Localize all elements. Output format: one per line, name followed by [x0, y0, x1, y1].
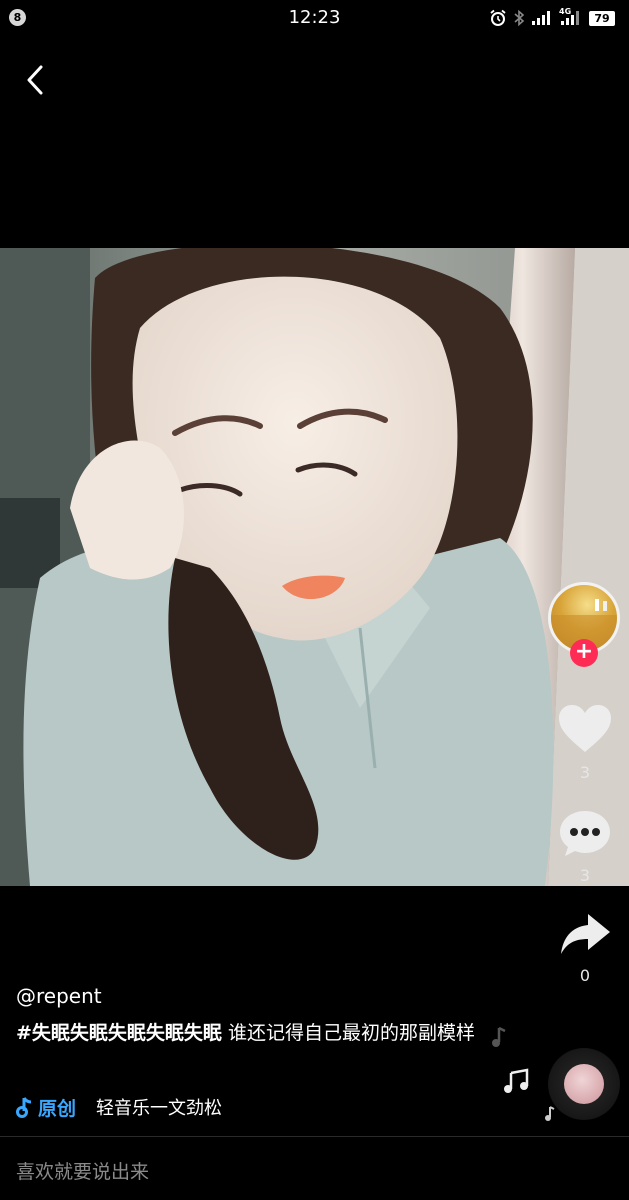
alarm-icon	[490, 9, 506, 26]
floating-notes-icon	[504, 1068, 529, 1093]
author-avatar-group[interactable]: +	[548, 582, 620, 667]
floating-small-note-icon	[545, 1106, 555, 1121]
video-frame-image	[0, 248, 629, 886]
share-arrow-icon	[561, 914, 610, 954]
video-detail-screen: 8 12:23 4G 79 + 3 3 0 @repent #失眠失眠失眠失眠失…	[0, 0, 629, 1200]
like-count: 3	[579, 763, 591, 782]
signal-icon	[532, 11, 550, 25]
battery-indicator: 79	[589, 10, 615, 26]
back-button[interactable]	[18, 60, 52, 100]
like-button[interactable]: 3	[553, 703, 617, 782]
divider	[0, 1136, 629, 1137]
follow-button[interactable]: +	[570, 639, 598, 667]
video-caption: #失眠失眠失眠失眠失眠 谁还记得自己最初的那副模样	[16, 1018, 476, 1048]
music-note-icon	[16, 1097, 32, 1118]
status-bar: 8 12:23 4G 79	[0, 0, 629, 36]
music-title: 轻音乐一文劲松	[96, 1098, 223, 1119]
original-label: 原创	[38, 1097, 77, 1120]
bluetooth-icon	[514, 9, 525, 27]
author-username[interactable]: @repent	[16, 984, 102, 1008]
video-player[interactable]	[0, 248, 629, 886]
status-icons: 4G 79	[489, 7, 615, 28]
share-count: 0	[579, 966, 591, 985]
floating-note-icon	[492, 1026, 506, 1047]
caption-text: 谁还记得自己最初的那副模样	[221, 1022, 475, 1044]
comment-input[interactable]	[16, 1156, 606, 1188]
share-button[interactable]: 0	[553, 910, 617, 985]
heart-icon	[559, 705, 611, 752]
chevron-left-icon	[27, 65, 43, 95]
music-info[interactable]: 原创 轻音乐一文劲松	[16, 1093, 222, 1121]
comment-bubble-icon	[560, 811, 610, 856]
disc-cover	[564, 1064, 604, 1104]
signal-4g-icon: 4G	[559, 7, 583, 26]
comment-button[interactable]: 3	[553, 808, 617, 885]
music-disc[interactable]	[548, 1048, 620, 1120]
hashtag-link[interactable]: #失眠失眠失眠失眠失眠	[16, 1022, 222, 1044]
comment-count: 3	[579, 866, 591, 885]
